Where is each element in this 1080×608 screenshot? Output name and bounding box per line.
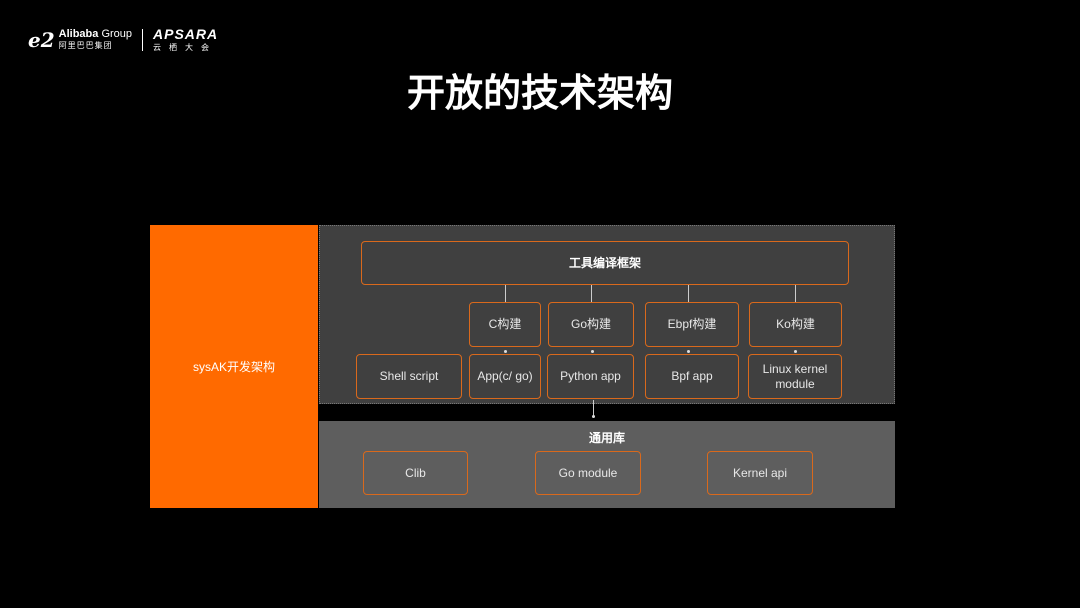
app-node-label: Shell script [379, 369, 439, 383]
connector-dot [504, 350, 507, 353]
build-node-go: Go构建 [548, 302, 634, 347]
build-node-ko: Ko构建 [749, 302, 842, 347]
alibaba-cn-label: 阿里巴巴集团 [58, 41, 113, 50]
library-title: 通用库 [588, 431, 625, 445]
library-item-label: Clib [405, 465, 426, 480]
header-logo: e2 Alibaba Group 阿里巴巴集团 APSARA 云栖大会 [28, 27, 218, 52]
alibaba-logo-icon: e2 [28, 27, 55, 52]
alibaba-name: Alibaba [58, 28, 99, 40]
page-title: 开放的技术架构 [406, 73, 673, 115]
connector-line [505, 285, 506, 302]
app-node-label: Linux kernel module [762, 361, 828, 391]
build-node-ebpf: Ebpf构建 [645, 302, 739, 347]
library-item-label: Kernel api [732, 465, 788, 480]
library-item-clib: Clib [363, 451, 468, 495]
app-node-label: Bpf app [671, 369, 713, 383]
sysak-label: sysAK开发架构 [192, 360, 275, 374]
build-node-c: C构建 [469, 302, 541, 347]
app-node-shell: Shell script [356, 354, 462, 399]
connector-line [688, 285, 689, 302]
alibaba-group-label: Alibaba Group [59, 29, 132, 40]
apsara-label: APSARA [153, 26, 219, 42]
connector-dot [687, 350, 690, 353]
library-item-kernel-api: Kernel api [707, 451, 813, 495]
app-node-bpf: Bpf app [645, 354, 739, 399]
sysak-architecture-block: sysAK开发架构 [150, 225, 318, 508]
app-node-python: Python app [547, 354, 634, 399]
connector-dot [592, 415, 595, 418]
group-suffix: Group [101, 28, 133, 40]
connector-dot [591, 350, 594, 353]
framework-label: 工具编译框架 [568, 255, 641, 270]
logo-divider [142, 28, 144, 51]
build-node-label: Ko构建 [776, 317, 815, 331]
library-item-go-module: Go module [535, 451, 641, 495]
build-node-label: Go构建 [570, 317, 611, 331]
app-node-c-go: App(c/ go) [469, 354, 541, 399]
build-node-label: Ebpf构建 [667, 317, 717, 331]
library-item-label: Go module [558, 465, 618, 480]
app-node-label: App(c/ go) [477, 369, 533, 383]
connector-dot [794, 350, 797, 353]
connector-line [795, 285, 796, 302]
apsara-cn-label: 云栖大会 [153, 43, 218, 52]
connector-line [591, 285, 592, 302]
app-node-label: Python app [560, 369, 621, 383]
framework-box: 工具编译框架 [361, 241, 849, 285]
app-node-kernel-module: Linux kernel module [748, 354, 842, 399]
build-node-label: C构建 [488, 317, 522, 331]
